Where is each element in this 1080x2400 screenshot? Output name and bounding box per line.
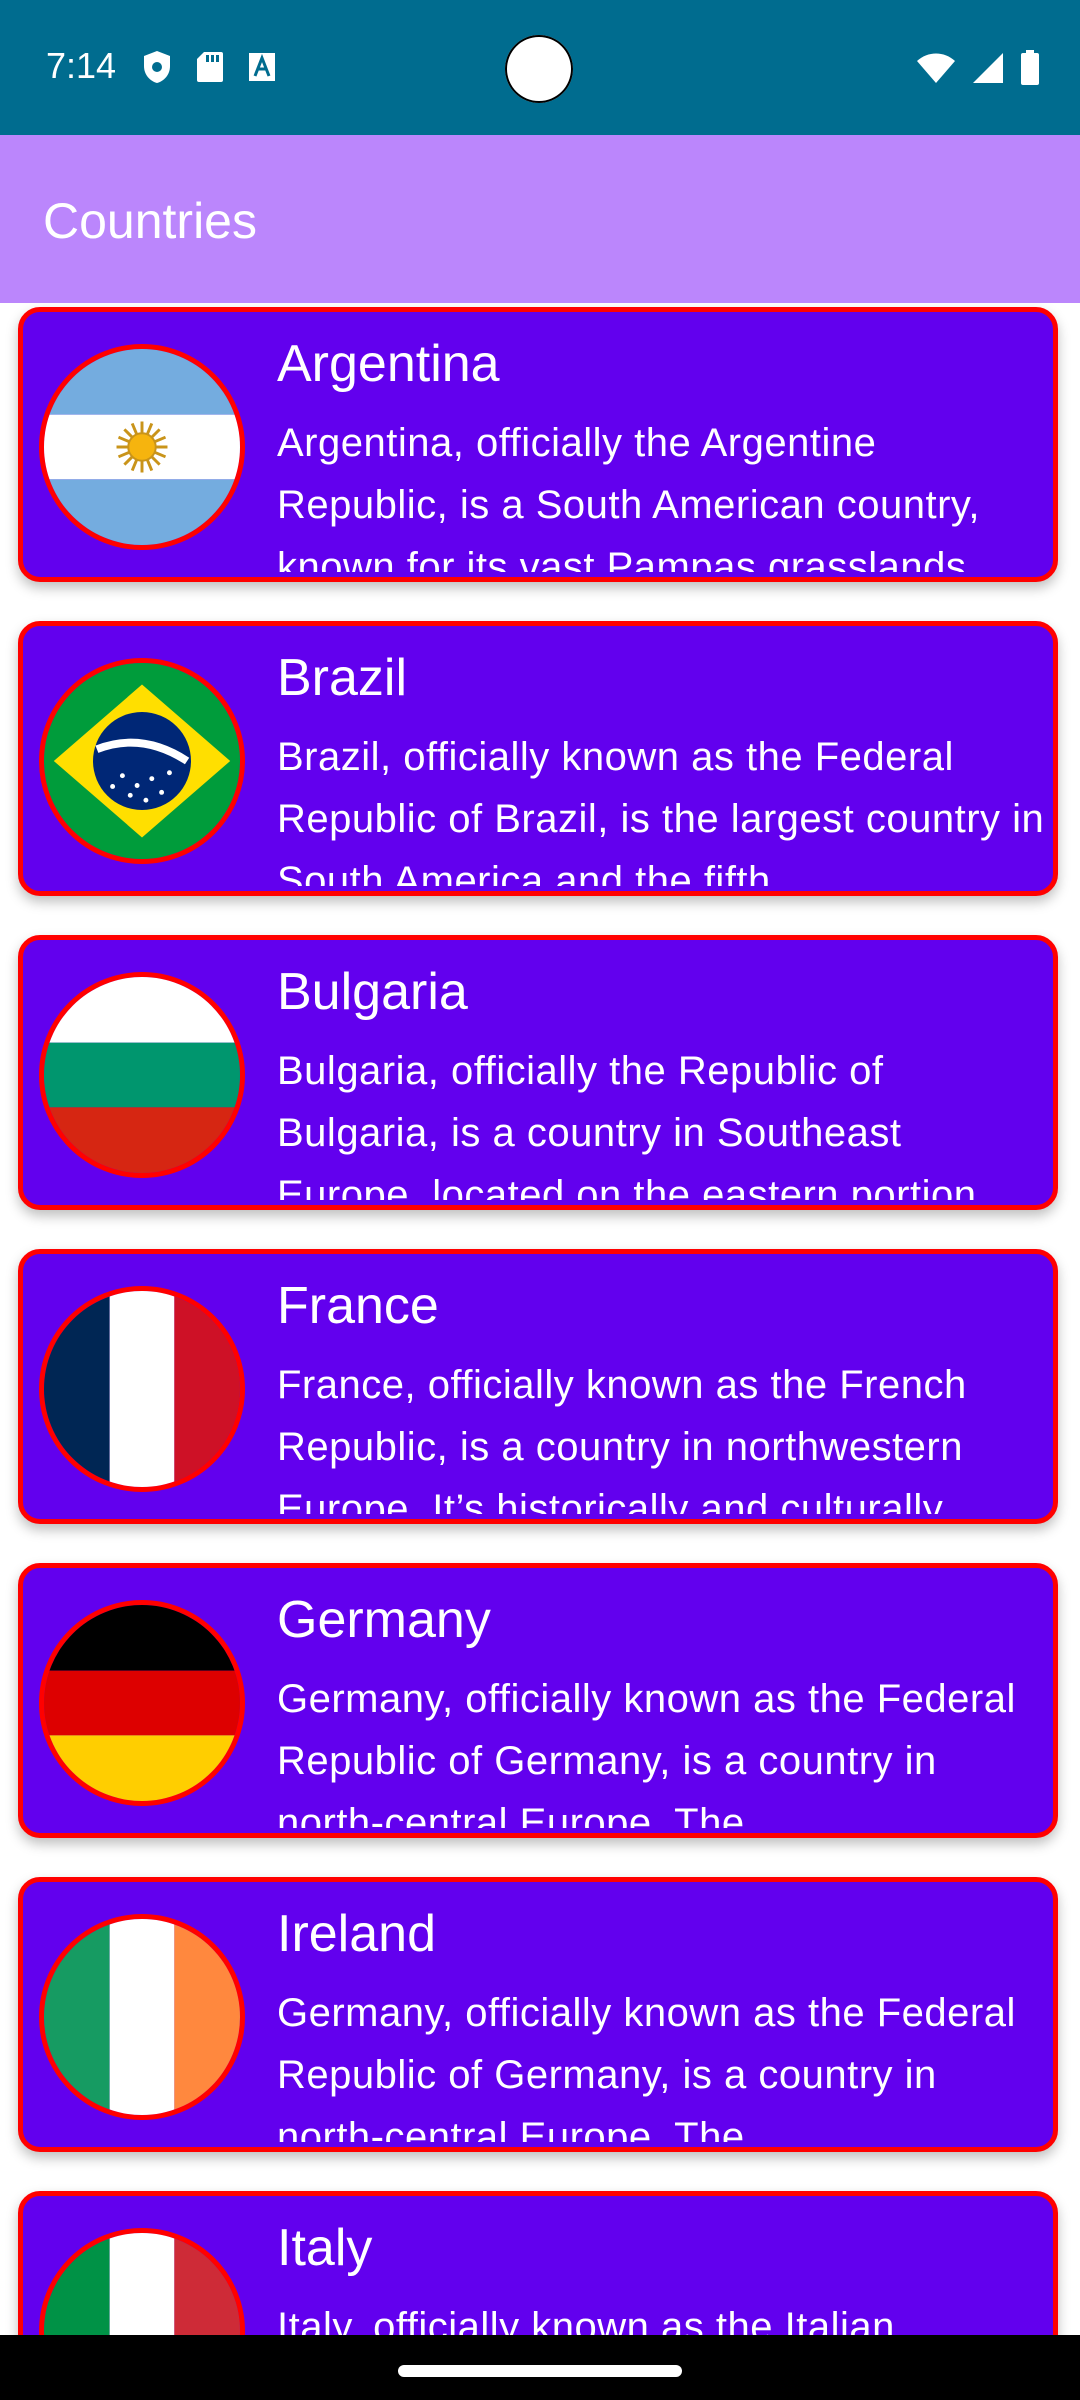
brazil-flag-icon — [39, 658, 245, 864]
country-card-bulgaria[interactable]: Bulgaria Bulgaria, officially the Republ… — [18, 935, 1058, 1210]
country-description: Argentina, officially the Argentine Repu… — [277, 421, 981, 572]
country-description: Brazil, officially known as the Federal … — [277, 735, 1045, 886]
status-time: 7:14 — [46, 45, 117, 86]
country-name: France — [277, 1277, 439, 1335]
country-name: Ireland — [277, 1905, 436, 1963]
country-name: Argentina — [277, 335, 500, 393]
country-card-brazil[interactable]: Brazil Brazil, officially known as the F… — [18, 621, 1058, 896]
country-name: Brazil — [277, 649, 408, 707]
status-bar: 7:14 — [0, 0, 1080, 135]
country-name: Germany — [277, 1591, 491, 1649]
germany-flag-icon — [39, 1600, 245, 1806]
ireland-flag-icon — [39, 1914, 245, 2120]
country-card-ireland[interactable]: Ireland Germany, officially known as the… — [18, 1877, 1058, 2152]
country-card-italy[interactable]: Italy Italy, officially known as the Ita… — [18, 2191, 1058, 2335]
france-flag-icon — [39, 1286, 245, 1492]
status-icons-right — [916, 50, 1040, 91]
country-list[interactable]: Argentina Argentina, officially the Arge… — [0, 303, 1080, 2335]
font-icon — [248, 52, 276, 87]
sd-card-icon — [196, 51, 224, 88]
country-card-france[interactable]: France France, officially known as the F… — [18, 1249, 1058, 1524]
country-name: Italy — [277, 2219, 373, 2277]
bulgaria-flag-icon — [39, 972, 245, 1178]
country-description: Germany, officially known as the Federal… — [277, 1677, 1016, 1828]
app-bar: Countries — [0, 135, 1080, 303]
page-title: Countries — [43, 193, 257, 249]
battery-icon — [1020, 50, 1040, 91]
country-card-germany[interactable]: Germany Germany, officially known as the… — [18, 1563, 1058, 1838]
camera-cutout — [505, 35, 573, 103]
country-name: Bulgaria — [277, 963, 468, 1021]
home-gesture-handle[interactable] — [398, 2365, 682, 2377]
country-description: Italy, officially known as the Italian R… — [277, 2305, 895, 2335]
country-description: Bulgaria, officially the Republic of Bul… — [277, 1049, 977, 1200]
navigation-bar — [0, 2335, 1080, 2400]
wifi-icon — [916, 52, 956, 89]
status-icons-left — [142, 50, 276, 89]
country-card-argentina[interactable]: Argentina Argentina, officially the Arge… — [18, 307, 1058, 582]
shield-icon — [142, 50, 172, 89]
signal-icon — [972, 52, 1004, 89]
italy-flag-icon — [39, 2228, 245, 2335]
country-description: France, officially known as the French R… — [277, 1363, 967, 1514]
country-description: Germany, officially known as the Federal… — [277, 1991, 1016, 2142]
argentina-flag-icon — [39, 344, 245, 550]
